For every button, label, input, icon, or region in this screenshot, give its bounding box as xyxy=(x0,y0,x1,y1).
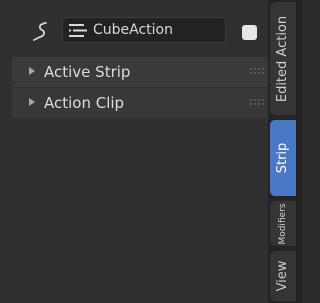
tab-modifiers[interactable]: Modifiers xyxy=(270,201,296,246)
tab-label: Modifiers xyxy=(278,202,288,245)
action-header: CubeAction xyxy=(0,14,268,52)
empty-panel-area xyxy=(0,118,268,303)
action-name: CubeAction xyxy=(93,22,173,38)
properties-panel: CubeAction Active Strip Action Clip xyxy=(0,0,268,303)
nla-sidebar: CubeAction Active Strip Action Clip Edit… xyxy=(0,0,302,303)
panel-label: Active Strip xyxy=(44,63,131,81)
tab-edited-action[interactable]: Edited Action xyxy=(270,2,296,115)
panel-active-strip[interactable]: Active Strip xyxy=(12,57,268,87)
action-icon xyxy=(69,24,87,37)
sidebar-tabs: Edited Action Strip Modifiers View xyxy=(268,0,302,303)
tab-view[interactable]: View xyxy=(270,251,296,301)
tab-label: Strip xyxy=(275,142,290,174)
action-selector[interactable]: CubeAction xyxy=(62,17,226,43)
nla-strip-icon[interactable] xyxy=(30,21,50,43)
tab-label: Edited Action xyxy=(275,15,290,102)
collapse-arrow-icon[interactable] xyxy=(29,67,35,75)
tab-label: View xyxy=(275,260,290,292)
drag-grip-icon[interactable] xyxy=(250,99,264,105)
collapse-arrow-icon[interactable] xyxy=(29,98,35,106)
tab-strip[interactable]: Strip xyxy=(270,120,296,196)
panel-label: Action Clip xyxy=(44,94,125,112)
fake-user-toggle[interactable] xyxy=(242,25,257,40)
panel-action-clip[interactable]: Action Clip xyxy=(12,88,268,118)
drag-grip-icon[interactable] xyxy=(250,68,264,74)
